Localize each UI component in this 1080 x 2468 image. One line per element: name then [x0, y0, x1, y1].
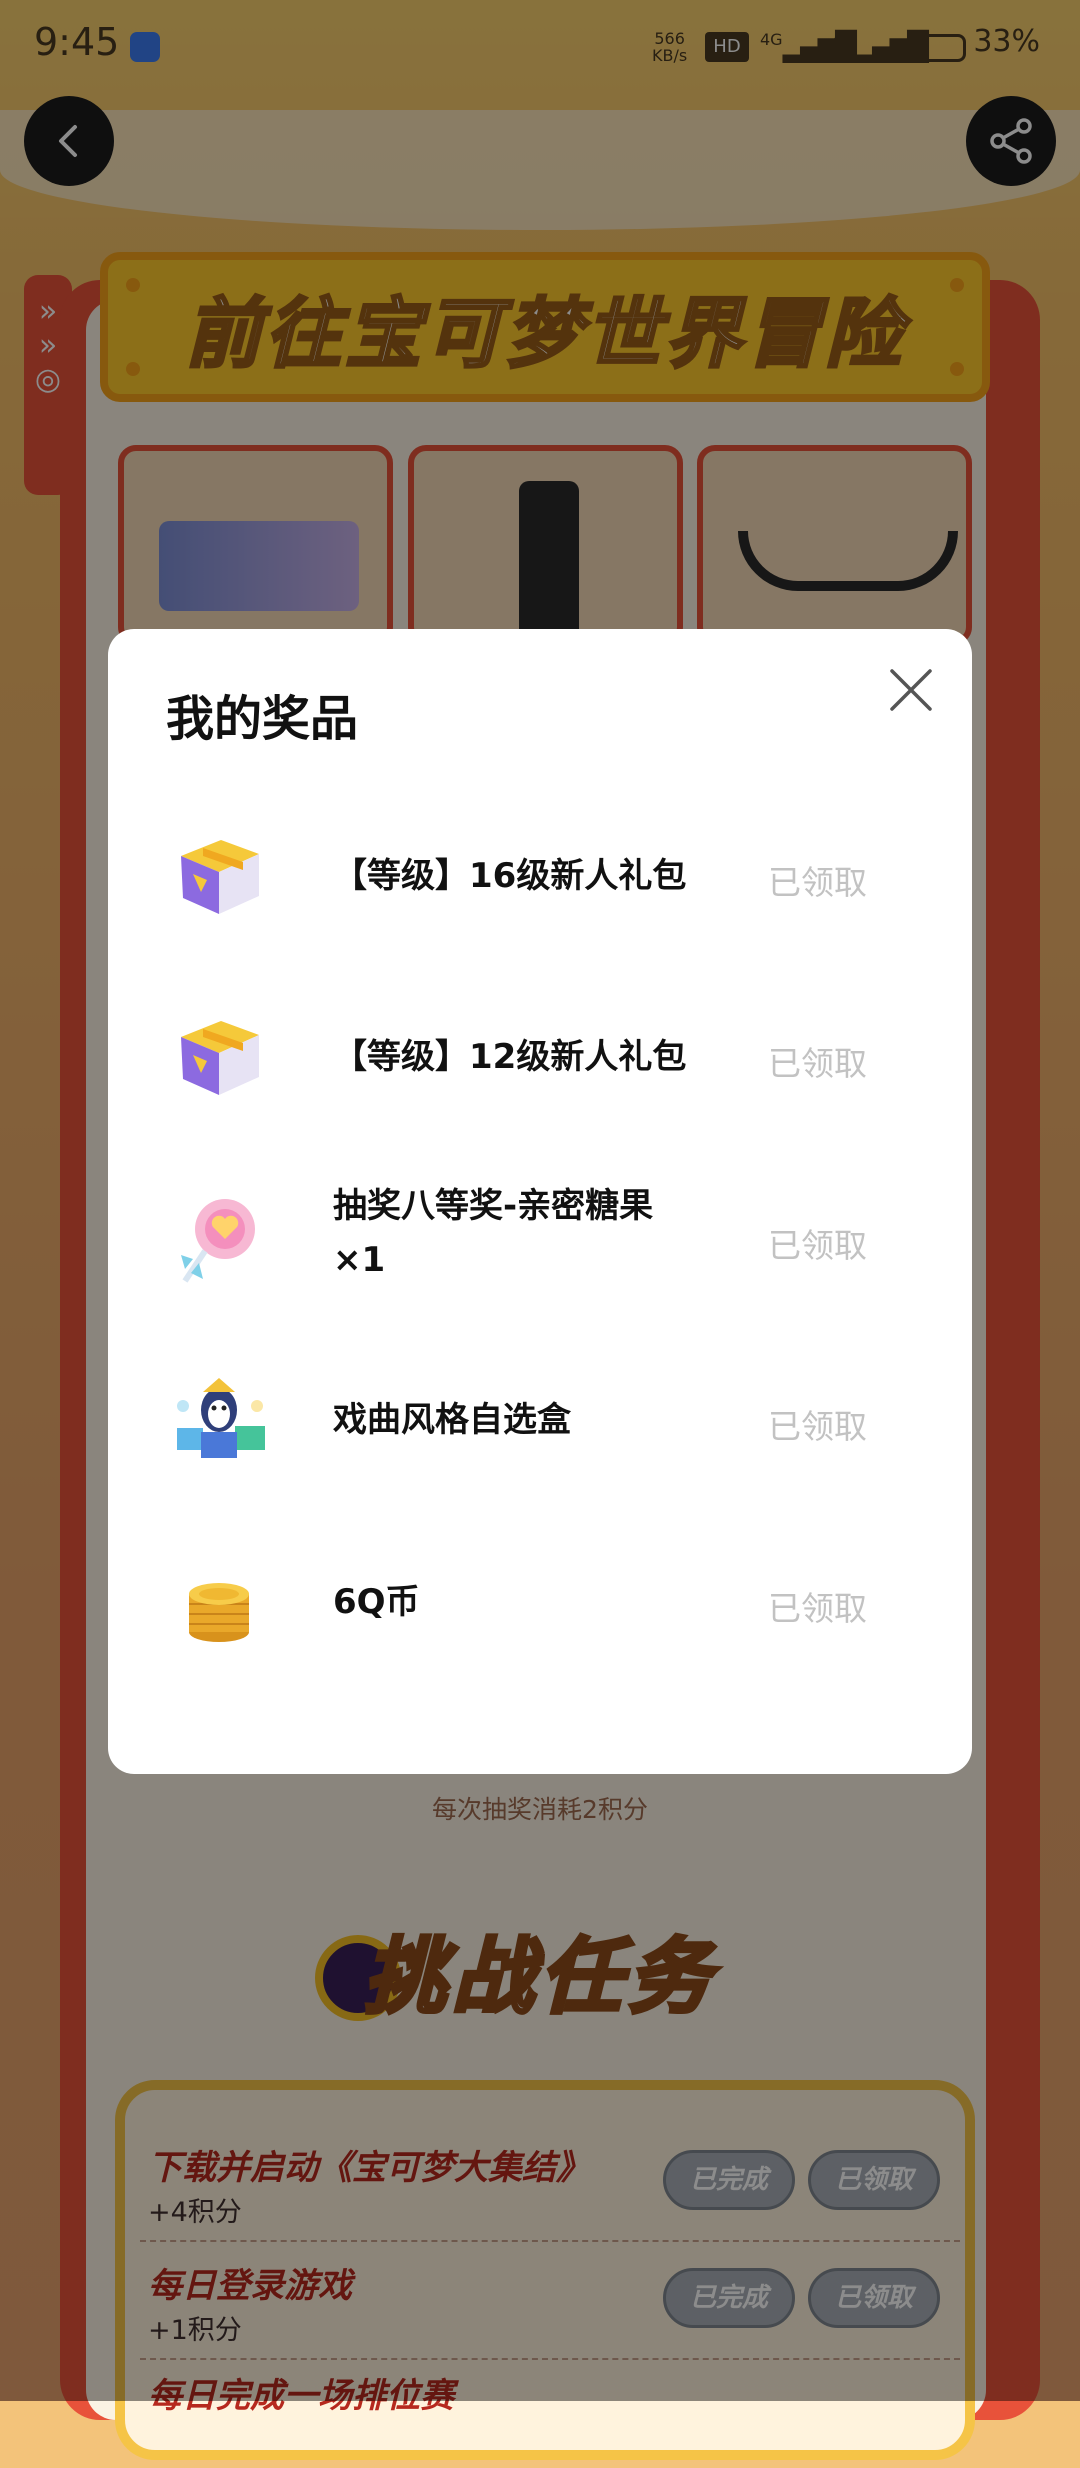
prize-name: 戏曲风格自选盒: [333, 1400, 571, 1440]
gift-box-icon: [181, 840, 259, 914]
modal-title: 我的奖品: [166, 691, 359, 747]
prize-name-line2: ×1: [333, 1240, 386, 1280]
gift-box-icon: [181, 1021, 259, 1095]
prize-row: 6Q币 已领取: [108, 1532, 972, 1672]
prize-row: 戏曲风格自选盒 已领取: [108, 1350, 972, 1490]
prize-status: 已领取: [768, 1044, 867, 1083]
prize-name: 【等级】12级新人礼包: [333, 1037, 687, 1077]
my-prizes-modal: 我的奖品 【等级】16级新人礼包 已领取 【等级】12级新人礼包 已领取 抽奖八…: [108, 629, 972, 1774]
prize-row: 【等级】12级新人礼包 已领取: [108, 987, 972, 1127]
prize-status: 已领取: [768, 1407, 867, 1446]
prize-status: 已领取: [768, 1226, 867, 1265]
mystery-box-icon: [177, 1378, 265, 1458]
prize-name: 【等级】16级新人礼包: [333, 856, 687, 896]
coin-stack-icon: [189, 1583, 249, 1642]
prize-row: 【等级】16级新人礼包 已领取: [108, 806, 972, 946]
close-icon[interactable]: [884, 663, 938, 717]
prize-status: 已领取: [768, 1589, 867, 1628]
prize-name-line1: 抽奖八等奖-亲密糖果: [333, 1186, 654, 1226]
prize-status: 已领取: [768, 863, 867, 902]
prize-row: 抽奖八等奖-亲密糖果 ×1 已领取: [108, 1169, 972, 1309]
prize-name: 6Q币: [333, 1582, 420, 1622]
prize-name: 抽奖八等奖-亲密糖果 ×1: [333, 1179, 723, 1287]
lollipop-icon: [181, 1199, 255, 1283]
